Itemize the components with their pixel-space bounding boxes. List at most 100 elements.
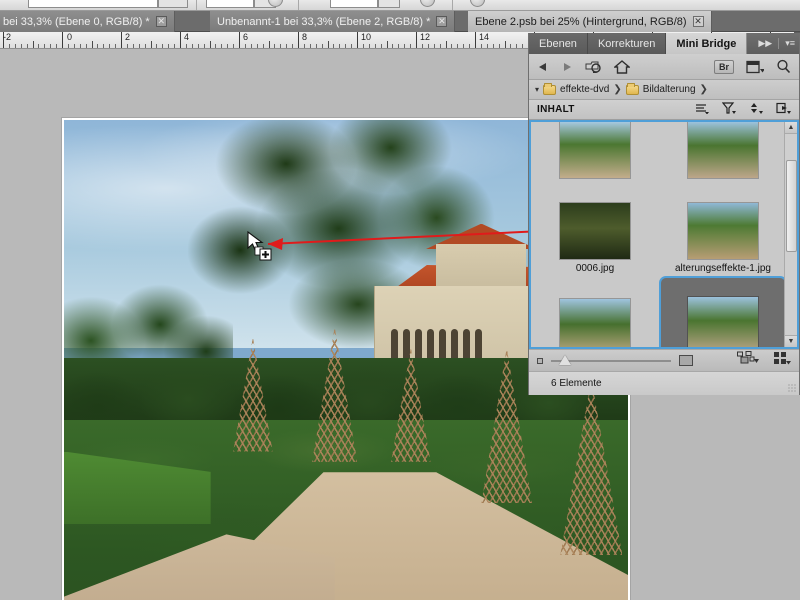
thumbnail-size-slider-handle[interactable] (559, 355, 571, 365)
options-dropdown-3[interactable] (378, 0, 400, 8)
list-item-filename: alterungseffekte-1.jpg (675, 263, 771, 274)
close-icon[interactable]: ✕ (156, 16, 167, 27)
ruler-tick (245, 44, 246, 48)
mini-bridge-nav-bar: Br (529, 54, 799, 80)
document-tab-1-label: u.psd bei 33,3% (Ebene 0, RGB/8) * (0, 16, 150, 28)
ruler-tick (174, 44, 175, 48)
ruler-label-3: 4 (184, 32, 189, 42)
view-list-icon[interactable] (695, 103, 709, 117)
ruler-tick (56, 44, 57, 48)
ruler-tick (269, 41, 270, 48)
export-icon[interactable] (776, 102, 791, 117)
panel-tab-strip: Ebenen Korrekturen Mini Bridge ▶▶ ▾≡ (529, 33, 799, 54)
small-thumbnail-icon[interactable] (537, 358, 543, 364)
ruler-tick (115, 44, 116, 48)
content-scrollbar[interactable]: ▲ ▼ (784, 122, 797, 347)
toolbar-right-group (737, 351, 791, 370)
options-divider-3 (452, 0, 453, 10)
ruler-label-6: 10 (361, 32, 371, 42)
ruler-tick (416, 32, 417, 48)
ruler-tick (487, 44, 488, 48)
ruler-tick (133, 44, 134, 48)
breadcrumb-item-effekte-dvd[interactable]: effekte-dvd (560, 84, 609, 95)
tab-ebenen[interactable]: Ebenen (529, 33, 588, 54)
sort-icon[interactable] (749, 102, 763, 117)
ruler-tick (422, 44, 423, 48)
panel-view-icon[interactable] (746, 60, 764, 74)
scrollbar-thumb[interactable] (786, 160, 797, 252)
home-icon[interactable] (614, 60, 630, 74)
recent-folders-icon[interactable] (585, 59, 602, 74)
mini-bridge-panel: Ebenen Korrekturen Mini Bridge ▶▶ ▾≡ (528, 33, 800, 395)
ruler-label-7: 12 (420, 32, 430, 42)
large-thumbnail-icon[interactable] (679, 355, 693, 366)
panel-resize-grip[interactable] (788, 384, 796, 392)
star-rating[interactable]: ★★★★★ (661, 346, 785, 349)
ruler-tick (392, 44, 393, 48)
photoshop-window: u.psd bei 33,3% (Ebene 0, RGB/8) * ✕ Unb… (0, 0, 800, 600)
document-tab-1[interactable]: u.psd bei 33,3% (Ebene 0, RGB/8) * ✕ (0, 11, 175, 32)
ruler-tick (62, 32, 63, 48)
ruler-tick (215, 44, 216, 48)
ruler-tick (333, 44, 334, 48)
options-text-field-2[interactable] (206, 0, 254, 8)
ruler-tick (9, 44, 10, 48)
options-knob-2[interactable] (420, 0, 435, 7)
thumbnail-size-slider[interactable] (551, 360, 671, 362)
list-item[interactable] (659, 120, 787, 180)
ruler-tick (38, 44, 39, 48)
options-text-field-3[interactable] (330, 0, 378, 8)
filter-icon[interactable] (722, 102, 736, 117)
forward-icon[interactable] (561, 61, 573, 73)
document-tab-2-label: Unbenannt-1 bei 33,3% (Ebene 2, RGB/8) * (217, 16, 430, 28)
ruler-tick (475, 32, 476, 48)
list-item[interactable]: alterungseffekte-1.jpg (659, 180, 787, 276)
collapse-panel-icon[interactable]: ▶▶ (758, 38, 772, 49)
scroll-down-arrow[interactable]: ▼ (785, 335, 797, 347)
ruler-tick (221, 44, 222, 48)
content-header-icons (695, 102, 791, 117)
breadcrumb-item-bildalterung[interactable]: Bildalterung (643, 84, 696, 95)
ruler-tick (434, 44, 435, 48)
close-icon[interactable]: ✕ (693, 16, 704, 27)
ruler-tick (387, 41, 388, 48)
close-icon[interactable]: ✕ (436, 16, 447, 27)
thumbnail (560, 299, 630, 349)
list-item-filename: 0006.jpg (576, 263, 614, 274)
open-bridge-button[interactable]: Br (714, 60, 734, 74)
document-tab-3[interactable]: Ebene 2.psb bei 25% (Hintergrund, RGB/8)… (468, 11, 712, 32)
options-dropdown-1[interactable] (158, 0, 188, 8)
content-grid[interactable]: 0006.jpg alterungseffekte-1.jpg bildalteru… (529, 120, 799, 349)
ruler-tick (192, 44, 193, 48)
document-tab-3-label: Ebene 2.psb bei 25% (Hintergrund, RGB/8) (475, 16, 687, 28)
ruler-label-5: 8 (302, 32, 307, 42)
list-item[interactable] (531, 120, 659, 180)
options-knob-3[interactable] (470, 0, 485, 7)
document-tab-2[interactable]: Unbenannt-1 bei 33,3% (Ebene 2, RGB/8) *… (210, 11, 455, 32)
ruler-tick (328, 41, 329, 48)
ruler-tick (15, 44, 16, 48)
ruler-tick (186, 44, 187, 48)
ruler-label-4: 6 (243, 32, 248, 42)
tab-mini-bridge[interactable]: Mini Bridge (666, 33, 747, 54)
layout-grid-icon[interactable] (773, 351, 791, 370)
scroll-up-arrow[interactable]: ▲ (785, 122, 797, 134)
tab-korrekturen[interactable]: Korrekturen (588, 33, 666, 54)
ruler-tick (139, 44, 140, 48)
options-text-field-1[interactable] (28, 0, 158, 8)
list-item[interactable]: bildalterung-nachba… (531, 276, 659, 349)
document-tab-bar: u.psd bei 33,3% (Ebene 0, RGB/8) * ✕ Unb… (0, 11, 800, 32)
ruler-tick (239, 32, 240, 48)
search-icon[interactable] (776, 59, 791, 74)
panel-menu-icon[interactable]: ▾≡ (785, 38, 795, 49)
list-item-selected[interactable]: ★★★★★DSC_4699.JPG (659, 276, 787, 349)
back-icon[interactable] (537, 61, 549, 73)
list-item[interactable]: 0006.jpg (531, 180, 659, 276)
ruler-tick (369, 44, 370, 48)
ruler-tick (451, 44, 452, 48)
chevron-down-icon[interactable]: ▾ (535, 85, 539, 94)
view-mode-icon[interactable] (737, 351, 759, 370)
ruler-tick (357, 32, 358, 48)
divider (778, 38, 779, 49)
folder-icon (543, 85, 556, 95)
